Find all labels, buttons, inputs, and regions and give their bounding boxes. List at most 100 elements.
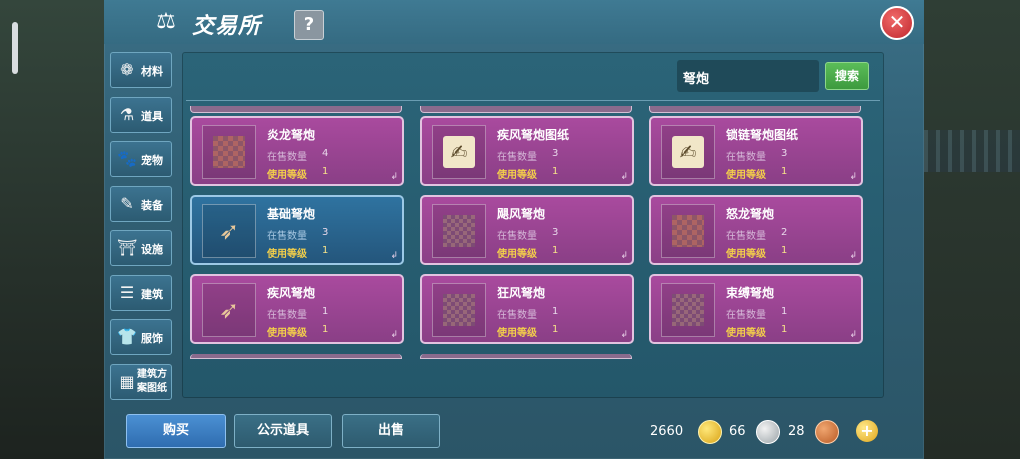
- item-name: 锁链弩炮图纸: [726, 128, 799, 142]
- sidebar-item-0[interactable]: ❁ 材料: [110, 52, 172, 88]
- flask-icon: ⚗: [119, 104, 135, 124]
- item-name: 束缚弩炮: [726, 286, 775, 300]
- level-label: 使用等级: [726, 328, 766, 339]
- sidebar-item-label: 建筑方案图纸: [137, 368, 167, 394]
- item-thumbnail: ✍: [661, 125, 715, 179]
- stock-value: 3: [552, 227, 559, 238]
- item-card[interactable]: ➶ 疾风弩炮 在售数量 1 使用等级 1 ↲: [190, 274, 404, 344]
- stock-value: 1: [781, 306, 788, 317]
- item-name: 疾风弩炮: [267, 286, 316, 300]
- corner-mark-icon: ↲: [620, 172, 628, 182]
- item-card[interactable]: ✍ 锁链弩炮图纸 在售数量 3 使用等级 1 ↲: [649, 116, 863, 186]
- item-card[interactable]: 怒龙弩炮在售数量 2 使用等级 1 ↲: [649, 195, 863, 265]
- help-button[interactable]: ?: [294, 10, 324, 40]
- item-name: 基础弩炮: [267, 207, 316, 221]
- sidebar-item-label: 宠物: [141, 154, 163, 167]
- sidebar-item-label: 设施: [141, 243, 163, 256]
- corner-mark-icon: ↲: [849, 251, 857, 261]
- item-thumbnail: ➶: [202, 283, 256, 337]
- clothing-icon: 👕: [117, 327, 137, 346]
- corner-mark-icon: ↲: [849, 172, 857, 182]
- level-label: 使用等级: [497, 249, 537, 260]
- trading-panel: ⚖ 交易所 ? ✕ ❁ 材料 ⚗ 道具 🐾 宠物 ✎ 装备 ⛩ 设施 ☰ 建筑 👕 服饰 ▦ 建筑方案图纸 弩…: [104, 0, 924, 459]
- level-label: 使用等级: [497, 170, 537, 181]
- corner-mark-icon: ↲: [620, 251, 628, 261]
- stock-value: 3: [552, 148, 559, 159]
- corner-mark-icon: ↲: [390, 330, 398, 340]
- corner-mark-icon: ↲: [620, 330, 628, 340]
- level-label: 使用等级: [267, 249, 307, 260]
- ballista-icon: ➶: [218, 296, 240, 324]
- level-value: 1: [552, 166, 559, 177]
- item-thumbnail: ✍: [432, 125, 486, 179]
- partial-card: [190, 106, 402, 113]
- stock-value: 4: [322, 148, 329, 159]
- page-title: 交易所: [192, 14, 262, 39]
- sidebar-item-2[interactable]: 🐾 宠物: [110, 141, 172, 177]
- item-card[interactable]: 狂风弩炮 在售数量 1 使用等级 1 ↲: [420, 274, 634, 344]
- stock-label: 在售数量: [267, 310, 307, 321]
- sidebar-item-5[interactable]: ☰ 建筑: [110, 274, 172, 311]
- item-name: 飓风弩炮: [497, 207, 546, 221]
- level-value: 1: [322, 245, 329, 256]
- stock-label: 在售数量: [726, 310, 766, 321]
- level-label: 使用等级: [267, 328, 307, 339]
- stock-label: 在售数量: [726, 231, 766, 242]
- partial-card: [649, 106, 861, 113]
- level-value: 1: [781, 245, 788, 256]
- level-value: 1: [322, 166, 329, 177]
- level-value: 1: [781, 324, 788, 335]
- stock-label: 在售数量: [497, 310, 537, 321]
- search-button[interactable]: 搜索: [825, 62, 869, 90]
- item-grid: 炎龙弩炮 在售数量 4 使用等级 1 ↲ ✍ 疾风弩炮图纸 在售数量 3 使用等级 1 ↲ ✍ 锁链弩炮图纸…: [190, 106, 880, 396]
- item-card[interactable]: 飓风弩炮 在售数量 3 使用等级 1 ↲: [420, 195, 634, 265]
- search-input[interactable]: 弩炮: [677, 60, 819, 92]
- item-thumbnail: ➶: [202, 204, 256, 258]
- sidebar-item-label: 建筑: [141, 287, 163, 301]
- sidebar-item-7[interactable]: ▦ 建筑方案图纸: [110, 363, 172, 400]
- sidebar-item-label: 材料: [141, 65, 163, 78]
- level-label: 使用等级: [726, 249, 766, 260]
- stock-label: 在售数量: [726, 152, 766, 163]
- corner-mark-icon: ↲: [390, 251, 398, 261]
- item-card[interactable]: ➶ 基础弩炮 在售数量 3 使用等级 1 ↲: [190, 195, 404, 265]
- sidebar-item-1[interactable]: ⚗ 道具: [110, 96, 172, 133]
- public-items-button[interactable]: 公示道具: [234, 414, 332, 448]
- sidebar-item-label: 服饰: [141, 332, 163, 345]
- divider: [186, 100, 880, 101]
- sidebar-item-3[interactable]: ✎ 装备: [110, 185, 172, 222]
- corner-mark-icon: ↲: [849, 330, 857, 340]
- sidebar-item-4[interactable]: ⛩ 设施: [110, 230, 172, 266]
- materials-icon: ❁: [120, 60, 134, 79]
- item-thumbnail: [202, 125, 256, 179]
- item-card[interactable]: 炎龙弩炮 在售数量 4 使用等级 1 ↲: [190, 116, 404, 186]
- buy-button[interactable]: 购买: [126, 414, 226, 448]
- silver-amount: 66: [729, 424, 746, 439]
- item-card[interactable]: ✍ 疾风弩炮图纸 在售数量 3 使用等级 1 ↲: [420, 116, 634, 186]
- item-thumbnail-icon: [443, 294, 475, 326]
- sell-button[interactable]: 出售: [342, 414, 440, 448]
- sidebar-item-6[interactable]: 👕 服饰: [110, 319, 172, 355]
- market-content: 弩炮 搜索 炎龙弩炮 在售数量 4 使用等级 1 ↲ ✍ 疾风弩炮图纸 在售数量 3 使用等级 1 ↲ ✍…: [182, 52, 884, 398]
- item-card[interactable]: 束缚弩炮在售数量 1 使用等级 1 ↲: [649, 274, 863, 344]
- bottom-bar: 购买 公示道具 出售 2660 66 28 +: [104, 404, 924, 459]
- level-value: 1: [781, 166, 788, 177]
- level-value: 1: [322, 324, 329, 335]
- item-name: 怒龙弩炮: [726, 207, 775, 221]
- ballista-icon: ➶: [218, 217, 240, 245]
- add-currency-button[interactable]: +: [856, 420, 878, 442]
- bronze-amount: 28: [788, 424, 805, 439]
- item-thumbnail-icon: [213, 136, 245, 168]
- stock-value: 2: [781, 227, 788, 238]
- sidebar-item-label: 道具: [141, 109, 163, 123]
- title-bar: ⚖ 交易所 ? ✕: [104, 0, 924, 44]
- side-handle[interactable]: [12, 22, 18, 74]
- gold-coin-icon: [698, 420, 722, 444]
- stock-label: 在售数量: [267, 231, 307, 242]
- item-thumbnail: [432, 283, 486, 337]
- item-name: 狂风弩炮: [497, 286, 546, 300]
- level-label: 使用等级: [267, 170, 307, 181]
- facility-icon: ⛩: [117, 238, 138, 257]
- background-right: [924, 0, 1020, 459]
- close-button[interactable]: ✕: [880, 6, 914, 40]
